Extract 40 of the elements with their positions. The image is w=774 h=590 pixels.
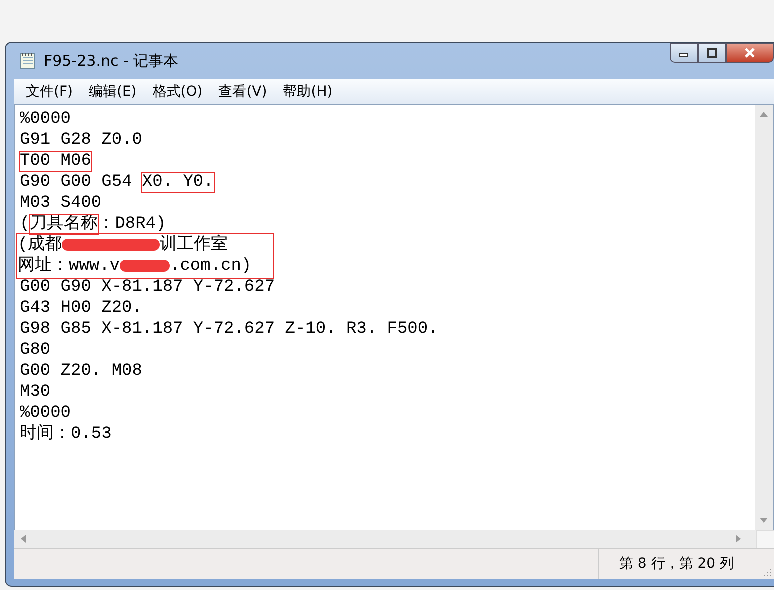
vertical-scrollbar[interactable] bbox=[755, 105, 773, 530]
code-text: G00 Z20. M08 bbox=[20, 362, 142, 381]
menu-item[interactable]: 查看(V) bbox=[210, 82, 276, 100]
code-text: G90 G00 G54 bbox=[20, 173, 134, 192]
close-button[interactable] bbox=[726, 43, 774, 63]
resize-grip-icon[interactable] bbox=[762, 567, 772, 577]
scroll-left-icon[interactable] bbox=[20, 535, 26, 543]
code-text: ：D8R4) bbox=[98, 215, 166, 234]
code-text: .com.cn) bbox=[170, 257, 252, 276]
scroll-right-icon[interactable] bbox=[736, 535, 742, 543]
redaction-scribble bbox=[120, 260, 170, 272]
notepad-icon bbox=[20, 52, 36, 70]
code-text: ( bbox=[20, 215, 30, 234]
code-text: 网址：www.v bbox=[18, 257, 120, 276]
menu-item[interactable]: 格式(O) bbox=[144, 82, 211, 100]
scroll-down-icon[interactable] bbox=[760, 518, 768, 524]
highlighted-code-text: X0. Y0. bbox=[142, 173, 214, 192]
close-icon bbox=[744, 48, 756, 58]
code-text: 时间：0.53 bbox=[20, 425, 112, 444]
code-text: G98 G85 X-81.187 Y-72.627 Z-10. R3. F500. bbox=[20, 320, 438, 339]
menu-item[interactable]: 文件(F) bbox=[18, 82, 81, 100]
menu-item[interactable]: 编辑(E) bbox=[80, 82, 145, 100]
window-title: F95-23.nc - 记事本 bbox=[44, 52, 179, 70]
code-text: 训工作室 bbox=[160, 236, 228, 255]
code-text: M03 S400 bbox=[20, 194, 102, 213]
highlighted-code-text: T00 M06 bbox=[20, 152, 92, 171]
horizontal-scrollbar[interactable] bbox=[14, 530, 756, 548]
scroll-up-icon[interactable] bbox=[760, 111, 768, 117]
code-text: G91 G28 Z0.0 bbox=[20, 131, 142, 150]
minimize-button[interactable] bbox=[670, 43, 698, 63]
code-text: G43 H00 Z20. bbox=[20, 299, 142, 318]
code-text: (成都 bbox=[18, 236, 62, 255]
maximize-button[interactable] bbox=[698, 43, 726, 63]
code-text: G00 G90 X-81.187 Y-72.627 bbox=[20, 278, 276, 297]
menu-item[interactable]: 帮助(H) bbox=[275, 82, 341, 100]
code-text: G80 bbox=[20, 341, 51, 360]
maximize-icon bbox=[707, 48, 717, 58]
code-text: %0000 bbox=[20, 404, 72, 423]
code-text: %0000 bbox=[20, 110, 72, 129]
code-text: M30 bbox=[20, 383, 51, 402]
